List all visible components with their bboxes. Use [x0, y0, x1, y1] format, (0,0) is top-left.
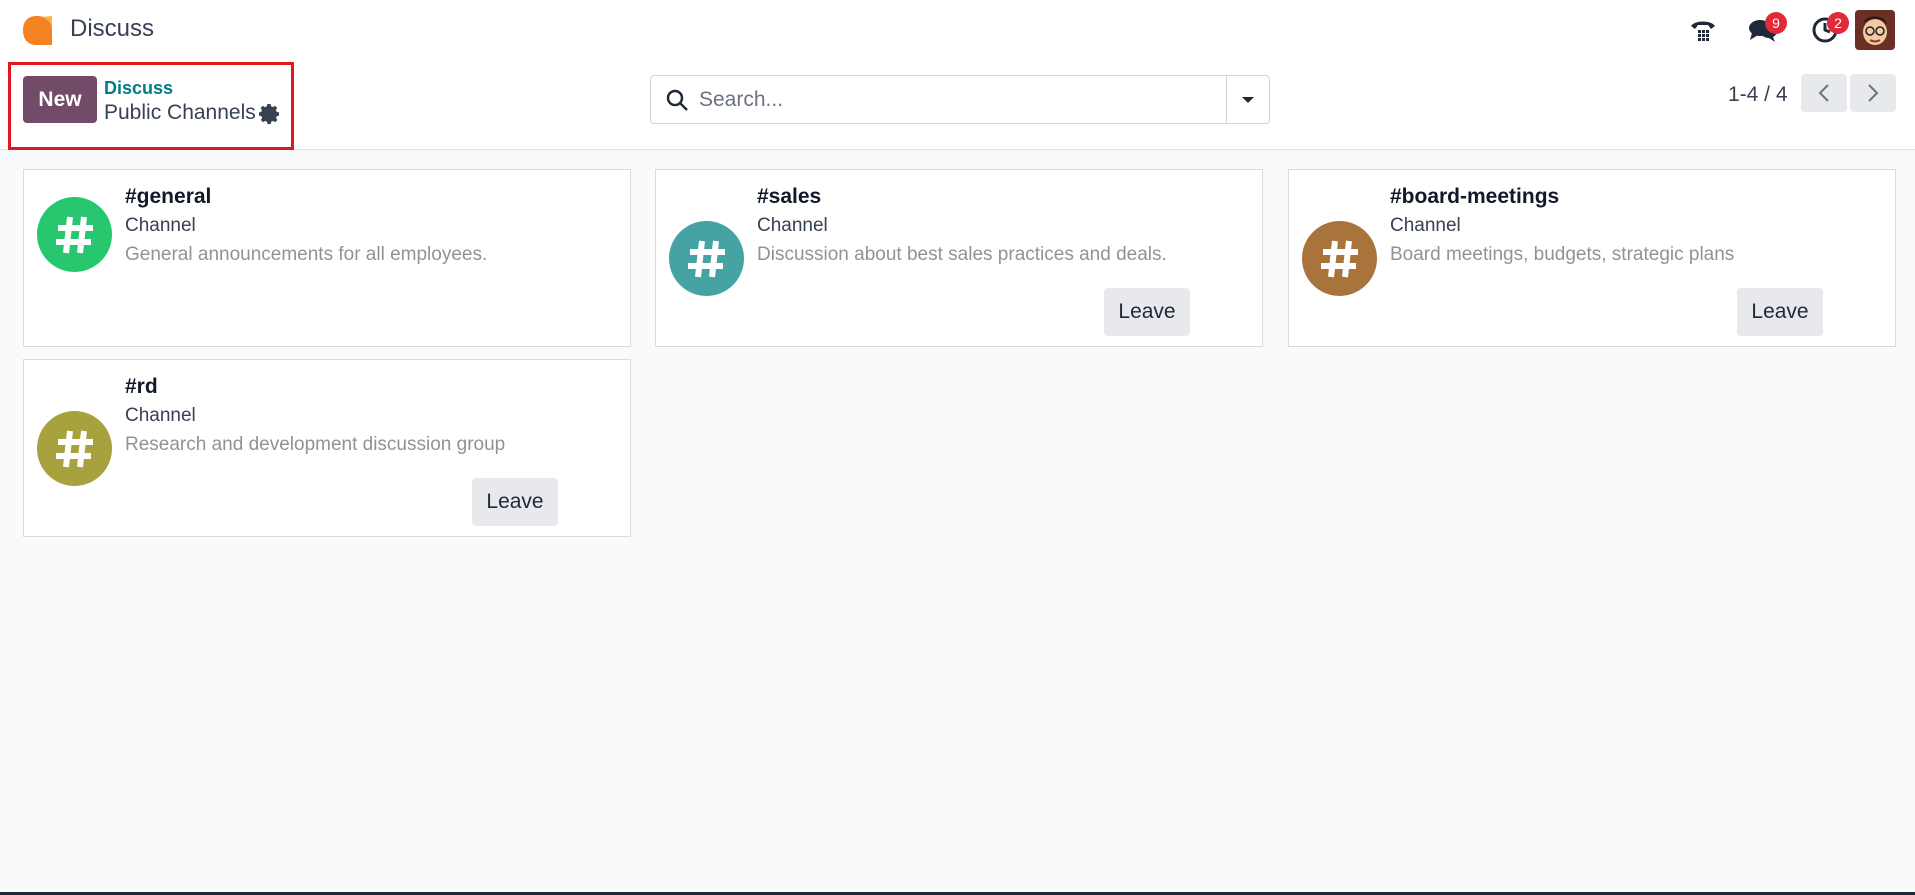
search-bar [650, 75, 1270, 124]
hashtag-icon [687, 240, 725, 277]
top-navbar: Discuss 9 2 [0, 0, 1915, 59]
channel-card[interactable]: #board-meetings Channel Board meetings, … [1288, 169, 1896, 347]
discuss-app-icon[interactable] [21, 14, 54, 47]
channel-type: Channel [757, 215, 828, 236]
hashtag-icon [55, 216, 93, 253]
channel-description: Board meetings, budgets, strategic plans [1390, 244, 1735, 265]
activities-badge: 2 [1827, 12, 1849, 34]
new-button[interactable]: New [23, 76, 97, 123]
channel-description: Research and development discussion grou… [125, 434, 506, 455]
search-icon [666, 89, 688, 111]
messages-badge: 9 [1765, 12, 1787, 34]
control-panel: New Discuss Public Channels 1-4 / 4 [0, 59, 1915, 150]
page-title: Public Channels [104, 101, 256, 124]
channel-avatar [37, 411, 112, 486]
channel-type: Channel [125, 215, 196, 236]
channel-avatar [669, 221, 744, 296]
pager-previous-button[interactable] [1801, 74, 1847, 112]
chevron-left-icon [1818, 84, 1829, 102]
messages-icon[interactable]: 9 [1743, 10, 1787, 50]
hashtag-icon [1320, 240, 1358, 277]
activities-clock-icon[interactable]: 2 [1805, 10, 1849, 50]
channel-name[interactable]: #sales [757, 185, 821, 209]
hashtag-icon [55, 430, 93, 467]
gear-icon[interactable] [258, 102, 282, 126]
search-options-toggle[interactable] [1226, 76, 1269, 123]
channel-description: Discussion about best sales practices an… [757, 244, 1167, 265]
channel-description: General announcements for all employees. [125, 244, 488, 265]
phone-icon[interactable] [1683, 10, 1723, 50]
leave-button[interactable]: Leave [472, 478, 558, 526]
channel-card[interactable]: #rd Channel Research and development dis… [23, 359, 631, 537]
channel-name[interactable]: #general [125, 185, 211, 209]
channel-card[interactable]: #general Channel General announcements f… [23, 169, 631, 347]
search-input[interactable] [699, 76, 1209, 123]
app-name[interactable]: Discuss [70, 15, 154, 43]
chevron-right-icon [1868, 84, 1879, 102]
channel-card[interactable]: #sales Channel Discussion about best sal… [655, 169, 1263, 347]
user-avatar[interactable] [1855, 10, 1895, 50]
pager-next-button[interactable] [1850, 74, 1896, 112]
channel-name[interactable]: #board-meetings [1390, 185, 1559, 209]
caret-down-icon [1242, 96, 1254, 103]
channel-name[interactable]: #rd [125, 375, 158, 399]
channel-type: Channel [125, 405, 196, 426]
channel-avatar [37, 197, 112, 272]
channel-type: Channel [1390, 215, 1461, 236]
leave-button[interactable]: Leave [1737, 288, 1823, 336]
breadcrumb-discuss-link[interactable]: Discuss [104, 78, 173, 99]
leave-button[interactable]: Leave [1104, 288, 1190, 336]
pager-value[interactable]: 1-4 / 4 [1728, 83, 1788, 107]
channel-avatar [1302, 221, 1377, 296]
